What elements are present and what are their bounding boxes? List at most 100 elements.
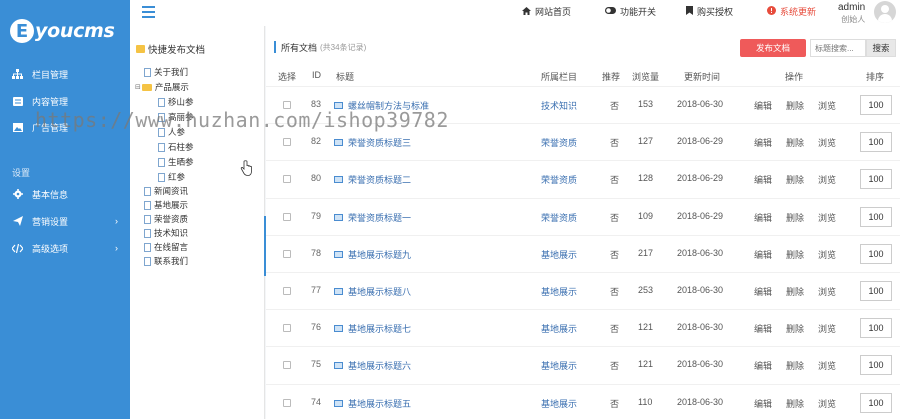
row-category-link[interactable]: 基地展示	[541, 248, 577, 261]
delete-button[interactable]: 删除	[786, 285, 804, 298]
tree-node[interactable]: 在线留言	[144, 241, 188, 253]
menu-toggle-icon[interactable]	[142, 6, 155, 18]
edit-button[interactable]: 编辑	[754, 322, 772, 335]
row-category-link[interactable]: 基地展示	[541, 322, 577, 335]
delete-button[interactable]: 删除	[786, 136, 804, 149]
edit-button[interactable]: 编辑	[754, 211, 772, 224]
row-category-link[interactable]: 基地展示	[541, 397, 577, 410]
row-category-link[interactable]: 基地展示	[541, 285, 577, 298]
tree-node[interactable]: 关于我们	[144, 66, 188, 78]
sort-order-input[interactable]: 100	[860, 206, 892, 227]
view-button[interactable]: 浏览	[818, 136, 836, 149]
row-recommend[interactable]: 否	[610, 322, 619, 335]
logo[interactable]: E youcms	[10, 14, 115, 48]
row-checkbox[interactable]	[283, 138, 291, 147]
row-recommend[interactable]: 否	[610, 99, 619, 112]
tree-node-folder[interactable]: ⊟ 产品展示	[135, 81, 189, 93]
row-title-link[interactable]: 荣誉资质标题一	[334, 211, 411, 224]
row-checkbox[interactable]	[283, 324, 291, 333]
tree-node[interactable]: 荣誉资质	[144, 213, 188, 225]
row-recommend[interactable]: 否	[610, 136, 619, 149]
view-button[interactable]: 浏览	[818, 248, 836, 261]
edit-button[interactable]: 编辑	[754, 248, 772, 261]
sort-order-input[interactable]: 100	[860, 132, 892, 153]
row-category-link[interactable]: 荣誉资质	[541, 136, 577, 149]
search-button[interactable]: 搜索	[866, 39, 896, 57]
sidebar-item-basic-info[interactable]: 基本信息	[0, 183, 130, 205]
sort-order-input[interactable]: 100	[860, 95, 892, 115]
sidebar-item-columns[interactable]: 栏目管理	[0, 63, 130, 85]
row-title-link[interactable]: 基地展示标题九	[334, 248, 411, 261]
edit-button[interactable]: 编辑	[754, 285, 772, 298]
row-title-link[interactable]: 基地展示标题五	[334, 397, 411, 410]
row-recommend[interactable]: 否	[610, 248, 619, 261]
sort-order-input[interactable]: 100	[860, 355, 892, 376]
row-title-link[interactable]: 荣誉资质标题二	[334, 173, 411, 186]
delete-button[interactable]: 删除	[786, 99, 804, 112]
delete-button[interactable]: 删除	[786, 211, 804, 224]
sort-order-input[interactable]: 100	[860, 169, 892, 190]
row-checkbox[interactable]	[283, 249, 291, 258]
edit-button[interactable]: 编辑	[754, 136, 772, 149]
row-category-link[interactable]: 荣誉资质	[541, 173, 577, 186]
view-button[interactable]: 浏览	[818, 211, 836, 224]
tree-node[interactable]: 石柱参	[158, 141, 194, 153]
tree-node[interactable]: 联系我们	[144, 255, 188, 267]
publish-document-button[interactable]: 发布文档	[740, 39, 806, 57]
edit-button[interactable]: 编辑	[754, 173, 772, 186]
view-button[interactable]: 浏览	[818, 173, 836, 186]
view-button[interactable]: 浏览	[818, 285, 836, 298]
delete-button[interactable]: 删除	[786, 359, 804, 372]
row-checkbox[interactable]	[283, 287, 291, 295]
row-title-link[interactable]: 基地展示标题六	[334, 359, 411, 372]
top-link-update[interactable]: 系统更新	[767, 5, 816, 18]
row-recommend[interactable]: 否	[610, 173, 619, 186]
top-link-feature-toggle[interactable]: 功能开关	[605, 5, 656, 18]
row-checkbox[interactable]	[283, 361, 291, 370]
tree-node[interactable]: 基地展示	[144, 199, 188, 211]
sort-order-input[interactable]: 100	[860, 392, 892, 413]
sidebar-item-marketing[interactable]: 营销设置 ›	[0, 210, 130, 232]
tree-node[interactable]: 生晒参	[158, 156, 194, 168]
row-checkbox[interactable]	[283, 212, 291, 221]
row-title-link[interactable]: 基地展示标题八	[334, 285, 411, 298]
row-category-link[interactable]: 荣誉资质	[541, 211, 577, 224]
row-recommend[interactable]: 否	[610, 359, 619, 372]
avatar[interactable]	[874, 1, 896, 23]
row-title-link[interactable]: 基地展示标题七	[334, 322, 411, 335]
delete-button[interactable]: 删除	[786, 322, 804, 335]
sidebar-item-advanced[interactable]: 高级选项 ›	[0, 237, 130, 259]
delete-button[interactable]: 删除	[786, 248, 804, 261]
edit-button[interactable]: 编辑	[754, 99, 772, 112]
view-button[interactable]: 浏览	[818, 322, 836, 335]
sidebar-item-label: 内容管理	[32, 96, 69, 107]
tree-node[interactable]: 红参	[158, 171, 185, 183]
tree-node[interactable]: 技术知识	[144, 227, 188, 239]
admin-info[interactable]: admin 创始人	[838, 2, 865, 25]
edit-button[interactable]: 编辑	[754, 359, 772, 372]
edit-button[interactable]: 编辑	[754, 397, 772, 410]
delete-button[interactable]: 删除	[786, 397, 804, 410]
row-recommend[interactable]: 否	[610, 397, 619, 410]
row-title-link[interactable]: 荣誉资质标题三	[334, 136, 411, 149]
view-button[interactable]: 浏览	[818, 397, 836, 410]
sort-order-input[interactable]: 100	[860, 318, 892, 339]
row-recommend[interactable]: 否	[610, 211, 619, 224]
row-category-link[interactable]: 基地展示	[541, 359, 577, 372]
row-recommend[interactable]: 否	[610, 285, 619, 298]
expand-toggle-icon[interactable]: ⊟	[135, 83, 141, 91]
title-search-input[interactable]	[810, 39, 866, 57]
top-link-license[interactable]: 购买授权	[686, 5, 733, 18]
delete-button[interactable]: 删除	[786, 173, 804, 186]
sort-order-input[interactable]: 100	[860, 281, 892, 301]
tree-node[interactable]: 移山参	[158, 96, 194, 108]
row-category-link[interactable]: 技术知识	[541, 99, 577, 112]
column-header-id[interactable]: ID	[312, 70, 321, 80]
row-checkbox[interactable]	[283, 398, 291, 407]
sort-order-input[interactable]: 100	[860, 243, 892, 264]
view-button[interactable]: 浏览	[818, 359, 836, 372]
top-link-home[interactable]: 网站首页	[522, 5, 571, 18]
row-checkbox[interactable]	[283, 175, 291, 184]
tree-node[interactable]: 新闻资讯	[144, 185, 188, 197]
view-button[interactable]: 浏览	[818, 99, 836, 112]
